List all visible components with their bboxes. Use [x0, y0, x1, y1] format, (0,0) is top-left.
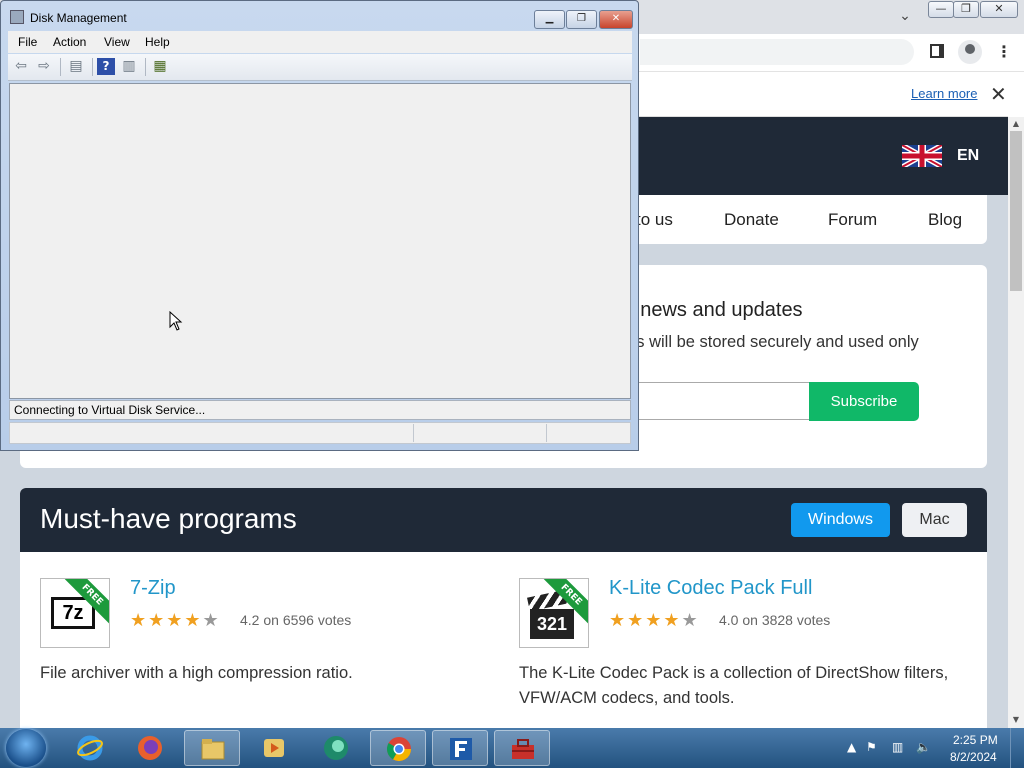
media-player-icon [264, 739, 284, 757]
internet-explorer-icon [77, 735, 103, 761]
menu-file[interactable]: File [18, 35, 37, 49]
clock-date[interactable]: 8/2/2024 [950, 750, 997, 764]
status-text: Connecting to Virtual Disk Service... [14, 403, 206, 417]
close-button[interactable]: ✕ [599, 10, 633, 29]
menu-action[interactable]: Action [53, 35, 86, 49]
toolbar-separator [92, 58, 93, 76]
toolbar-separator [145, 58, 146, 76]
minimize-button[interactable]: ▁ [534, 10, 565, 29]
disk-management-app-icon [10, 10, 24, 24]
page-scrollbar[interactable]: ▲ ▼ [1008, 117, 1024, 728]
browser-restore-button[interactable]: ❐ [953, 1, 979, 18]
app-icon [324, 736, 348, 760]
browser-menu-icon[interactable]: ⋮ [996, 42, 1012, 62]
restore-button[interactable]: ❐ [566, 10, 597, 29]
taskbar-file-explorer[interactable] [184, 730, 240, 766]
disk-management-window: Disk Management ▁ ❐ ✕ File Action View H… [0, 0, 639, 451]
nav-link-blog[interactable]: Blog [928, 210, 962, 230]
program-description: File archiver with a high compression ra… [40, 664, 353, 682]
status-bar: Connecting to Virtual Disk Service... [9, 400, 631, 420]
tab-search-chevron-icon[interactable]: ⌄ [896, 8, 914, 26]
menu-view[interactable]: View [104, 35, 130, 49]
side-panel-icon[interactable] [930, 44, 944, 58]
program-card-klite: 321 FREE K-Lite Codec Pack Full ★★★★★ 4.… [519, 577, 979, 728]
scroll-down-icon[interactable]: ▼ [1011, 715, 1021, 725]
file-explorer-icon [201, 739, 225, 760]
back-icon[interactable]: ⇦ [12, 58, 30, 75]
nav-link-contact[interactable]: to us [636, 210, 673, 230]
taskbar-filezilla[interactable] [432, 730, 488, 766]
toolbar-separator [60, 58, 61, 76]
forward-icon[interactable]: ⇨ [35, 58, 53, 75]
taskbar-app[interactable] [308, 730, 364, 766]
newsletter-title: r news and updates [628, 299, 803, 321]
action-center-flag-icon[interactable]: ⚑ [866, 740, 877, 754]
status-bar-secondary [9, 422, 631, 444]
filezilla-icon [450, 738, 472, 760]
program-name-link[interactable]: K-Lite Codec Pack Full [609, 577, 812, 600]
uk-flag-icon[interactable] [902, 145, 942, 167]
toolbox-icon [512, 739, 534, 759]
email-input[interactable] [620, 382, 810, 420]
klite-logo-text: 321 [530, 609, 574, 639]
scroll-up-icon[interactable]: ▲ [1011, 119, 1021, 129]
show-hidden-icons-icon[interactable]: ▲ [847, 740, 856, 754]
taskbar-firefox[interactable] [122, 730, 178, 766]
program-card-7zip: 7z FREE 7-Zip ★★★★★ 4.2 on 6596 votes Fi… [40, 577, 500, 728]
taskbar-media-player[interactable] [246, 730, 302, 766]
status-separator [546, 424, 547, 442]
toolbar: ⇦ ⇨ ▤ ? ▥ ▦ [8, 54, 632, 81]
address-bar[interactable] [640, 39, 914, 65]
taskbar-chrome[interactable] [370, 730, 426, 766]
program-description: The K-Lite Codec Pack is a collection of… [519, 664, 949, 707]
network-icon[interactable]: ▥ [892, 740, 903, 754]
menu-help[interactable]: Help [145, 35, 170, 49]
windows-tab-button[interactable]: Windows [791, 503, 890, 537]
taskbar-internet-explorer[interactable] [62, 730, 118, 766]
profile-avatar-icon[interactable] [958, 40, 982, 64]
chrome-icon [386, 737, 411, 762]
disk-management-content-pane [9, 83, 631, 399]
mac-tab-button[interactable]: Mac [902, 503, 967, 537]
firefox-icon [138, 736, 162, 760]
properties-icon[interactable]: ▦ [151, 58, 169, 75]
learn-more-link[interactable]: Learn more [911, 86, 977, 101]
site-navbar: to us Donate Forum Blog [600, 195, 987, 244]
language-selector[interactable]: EN [957, 147, 979, 165]
nav-link-donate[interactable]: Donate [724, 210, 779, 230]
program-name-link[interactable]: 7-Zip [130, 577, 176, 600]
volume-muted-icon[interactable]: 🔈 [916, 740, 931, 754]
browser-close-button[interactable]: ✕ [980, 1, 1018, 18]
klite-logo-icon[interactable]: 321 FREE [519, 578, 589, 648]
rating-votes: 4.2 on 6596 votes [240, 612, 352, 628]
browser-minimize-button[interactable]: — [928, 1, 954, 18]
programs-header: Must-have programs Windows Mac [20, 488, 987, 552]
menu-bar: File Action View Help [8, 31, 632, 53]
subscribe-button[interactable]: Subscribe [809, 382, 919, 421]
rating-votes: 4.0 on 3828 votes [719, 612, 831, 628]
rating-stars: ★★★★★ [609, 610, 700, 631]
mouse-cursor-icon [169, 311, 183, 331]
nav-link-forum[interactable]: Forum [828, 210, 877, 230]
help-icon[interactable]: ? [97, 58, 115, 75]
7zip-logo-icon[interactable]: 7z FREE [40, 578, 110, 648]
must-have-programs-section: Must-have programs Windows Mac 7z FREE 7… [20, 488, 987, 738]
taskbar-disk-management[interactable] [494, 730, 550, 766]
rating-stars: ★★★★★ [130, 610, 221, 631]
taskbar: ▲ ⚑ ▥ 🔈 2:25 PM 8/2/2024 [0, 728, 1024, 768]
status-separator [413, 424, 414, 442]
newsletter-text: ss will be stored securely and used only [628, 333, 919, 351]
start-button-icon[interactable] [6, 729, 46, 767]
scrollbar-thumb[interactable] [1010, 131, 1022, 291]
show-desktop-button[interactable] [1010, 728, 1024, 768]
show-hide-action-pane-icon[interactable]: ▥ [120, 58, 138, 75]
programs-title: Must-have programs [40, 503, 297, 534]
window-title: Disk Management [30, 11, 127, 25]
infobar-close-icon[interactable]: ✕ [990, 82, 1007, 106]
show-hide-console-tree-icon[interactable]: ▤ [67, 58, 85, 75]
clock-time[interactable]: 2:25 PM [953, 733, 998, 747]
